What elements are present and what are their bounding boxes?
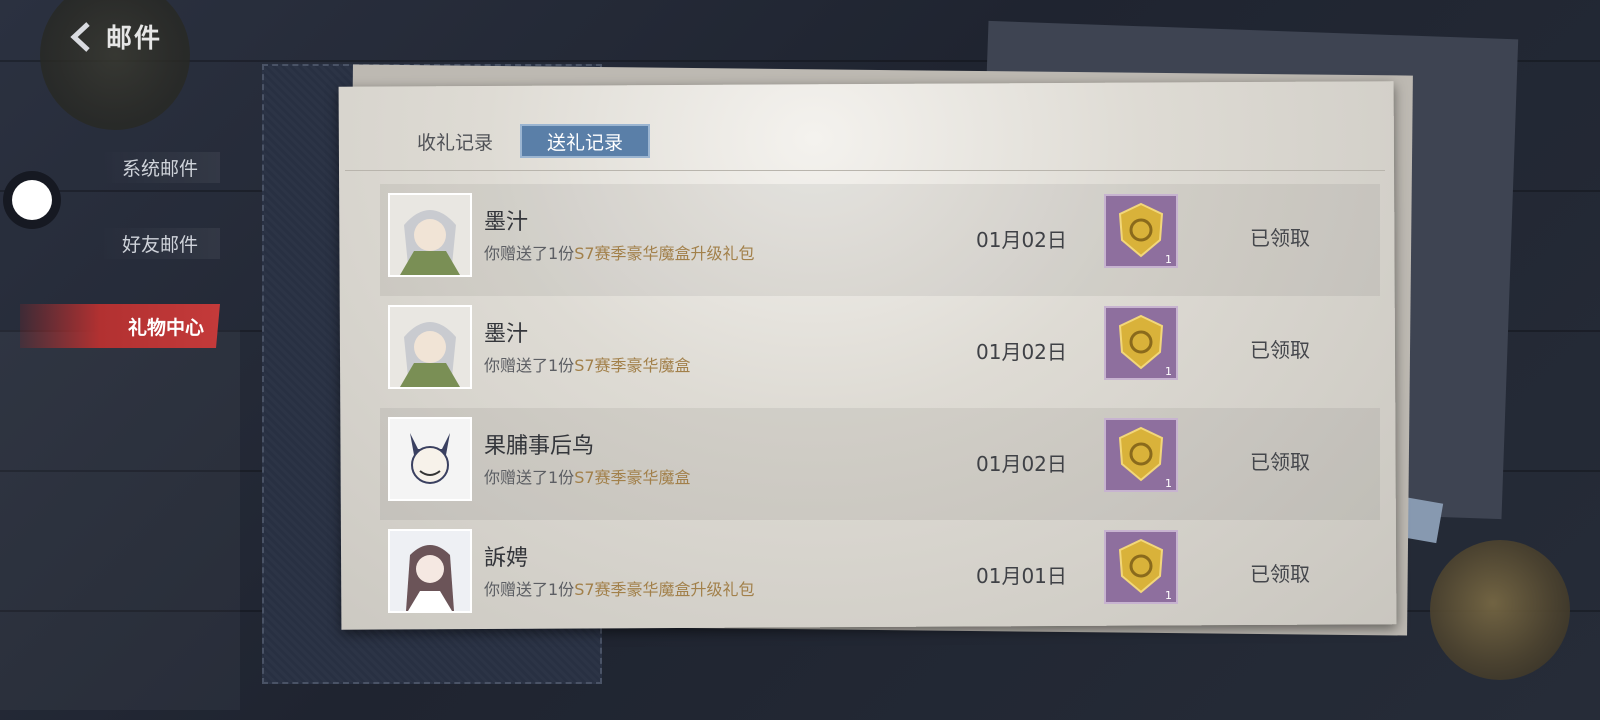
record-date: 01月02日 <box>976 340 1067 364</box>
back-arrow-icon <box>70 21 90 52</box>
list-item: 果脯事后鸟 你赠送了1份S7赛季豪华魔盒 01月02日 1 已领取 <box>380 408 1380 520</box>
item-count: 1 <box>1165 253 1172 266</box>
status-label: 已领取 <box>1250 562 1310 586</box>
sender-name: 墨汁 <box>484 210 529 235</box>
sender-name: 訴娉 <box>484 546 529 571</box>
avatar[interactable] <box>388 305 472 389</box>
status-label: 已领取 <box>1250 450 1310 474</box>
gift-item-icon[interactable]: 1 <box>1104 418 1178 492</box>
gift-name: S7赛季豪华魔盒升级礼包 <box>574 244 755 263</box>
gift-message: 你赠送了1份S7赛季豪华魔盒升级礼包 <box>484 580 755 599</box>
avatar[interactable] <box>388 193 472 277</box>
avatar[interactable] <box>388 529 472 613</box>
item-count: 1 <box>1165 365 1172 378</box>
tab-received-records[interactable]: 收礼记录 <box>390 124 520 158</box>
sender-name: 墨汁 <box>484 322 529 347</box>
item-count: 1 <box>1165 477 1172 490</box>
gift-item-icon[interactable]: 1 <box>1104 530 1178 604</box>
gift-name: S7赛季豪华魔盒 <box>574 468 691 487</box>
record-date: 01月02日 <box>976 452 1067 476</box>
tab-sent-records[interactable]: 送礼记录 <box>520 124 650 158</box>
avatar-toggle[interactable] <box>12 180 52 220</box>
record-tabs: 收礼记录 送礼记录 <box>390 124 650 158</box>
list-item: 訴娉 你赠送了1份S7赛季豪华魔盒升级礼包 01月01日 1 已领取 <box>380 520 1380 632</box>
item-count: 1 <box>1165 589 1172 602</box>
sidebar-item-gift-center[interactable]: 礼物中心 <box>20 304 220 348</box>
back-button[interactable]: 邮件 <box>64 18 162 55</box>
decor-coin <box>1430 540 1570 680</box>
page-title: 邮件 <box>106 24 163 54</box>
list-item: 墨汁 你赠送了1份S7赛季豪华魔盒 01月02日 1 已领取 <box>380 296 1380 408</box>
sender-name: 果脯事后鸟 <box>484 434 595 459</box>
avatar[interactable] <box>388 417 472 501</box>
status-label: 已领取 <box>1250 226 1310 250</box>
gift-message: 你赠送了1份S7赛季豪华魔盒 <box>484 356 691 375</box>
sidebar-item-system-mail[interactable]: 系统邮件 <box>100 152 220 183</box>
record-list: 墨汁 你赠送了1份S7赛季豪华魔盒升级礼包 01月02日 1 已领取 墨汁 你赠… <box>380 184 1380 632</box>
record-date: 01月01日 <box>976 564 1067 588</box>
gift-item-icon[interactable]: 1 <box>1104 194 1178 268</box>
list-item: 墨汁 你赠送了1份S7赛季豪华魔盒升级礼包 01月02日 1 已领取 <box>380 184 1380 296</box>
gift-message: 你赠送了1份S7赛季豪华魔盒升级礼包 <box>484 244 755 263</box>
gift-name: S7赛季豪华魔盒 <box>574 356 691 375</box>
record-date: 01月02日 <box>976 228 1067 252</box>
status-label: 已领取 <box>1250 338 1310 362</box>
gift-message: 你赠送了1份S7赛季豪华魔盒 <box>484 468 691 487</box>
sidebar-item-friend-mail[interactable]: 好友邮件 <box>100 228 220 259</box>
gift-name: S7赛季豪华魔盒升级礼包 <box>574 580 755 599</box>
gift-item-icon[interactable]: 1 <box>1104 306 1178 380</box>
